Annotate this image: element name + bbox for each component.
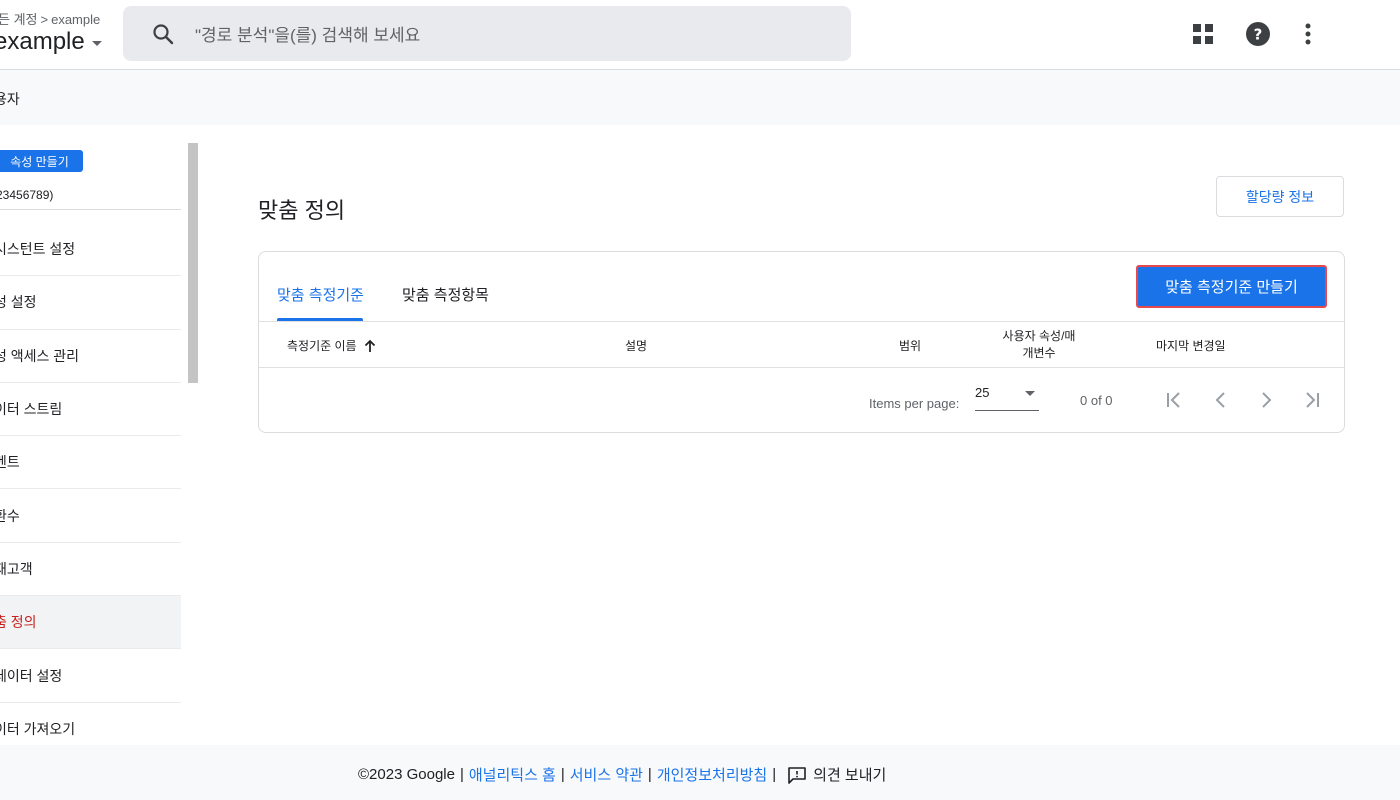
section-bar: 용자	[0, 70, 1400, 125]
page-title: 맞춤 정의	[258, 198, 346, 223]
caret-down-icon	[1025, 391, 1035, 396]
sidebar-item-label: 이터 가져오기	[0, 720, 76, 737]
first-page-icon[interactable]	[1162, 387, 1188, 413]
column-header-label: 사용자 속성/매	[1002, 329, 1076, 343]
pager-range: 0 of 0	[1080, 393, 1113, 408]
sidebar-item-label: 시스턴트 설정	[0, 241, 76, 258]
sidebar-item-label: 벤트	[0, 454, 20, 471]
divider	[259, 367, 1344, 368]
sidebar-item-custom-definitions[interactable]: 춤 정의	[0, 596, 181, 650]
sidebar-item-data-import[interactable]: 이터 가져오기	[0, 703, 181, 745]
sidebar-item-label: 성 설정	[0, 294, 37, 311]
sidebar-item-label: 성 액세스 관리	[0, 347, 80, 364]
account-name: example	[0, 28, 85, 55]
column-header-name[interactable]: 측정기준 이름	[287, 337, 377, 354]
quota-info-button[interactable]: 할당량 정보	[1216, 176, 1344, 217]
section-label: 용자	[0, 91, 20, 107]
property-id: 23456789)	[0, 188, 54, 202]
sidebar-item-events[interactable]: 벤트	[0, 436, 181, 490]
breadcrumb-account[interactable]: example	[51, 12, 100, 27]
copyright: ©2023 Google	[358, 766, 455, 783]
top-bar: 든 계정 > example example "경로 분석"을(를) 검색해 보세요…	[0, 0, 1400, 70]
privacy-link[interactable]: 개인정보처리방침	[657, 764, 767, 785]
sidebar-item-property-access[interactable]: 성 액세스 관리	[0, 330, 181, 383]
column-header-label: 개변수	[1022, 346, 1056, 360]
create-custom-dimension-button[interactable]: 맞춤 측정기준 만들기	[1136, 265, 1327, 308]
sidebar-item-label: 환수	[0, 507, 20, 524]
divider	[259, 321, 1344, 322]
previous-page-icon[interactable]	[1208, 387, 1234, 413]
more-vert-icon[interactable]	[1295, 21, 1321, 52]
search-placeholder: "경로 분석"을(를) 검색해 보세요	[195, 26, 421, 45]
next-page-icon[interactable]	[1253, 387, 1279, 413]
account-selector[interactable]: example	[0, 28, 102, 56]
column-header-last-modified: 마지막 변경일	[1156, 339, 1226, 353]
items-per-page-label: Items per page:	[869, 396, 960, 411]
separator: |	[772, 766, 777, 783]
divider	[0, 209, 181, 210]
sidebar-list: 시스턴트 설정 성 설정 성 액세스 관리 이터 스트림 벤트 환수 재고객 춤…	[0, 223, 181, 745]
items-per-page-select[interactable]: 25	[975, 385, 1039, 411]
caret-down-icon	[91, 41, 102, 46]
search-icon	[153, 23, 174, 44]
main-content: 맞춤 정의 할당량 정보 맞춤 측정기준 맞춤 측정항목 맞춤 측정기준 만들기…	[200, 125, 1400, 745]
sidebar-item-property-settings[interactable]: 성 설정	[0, 276, 181, 330]
breadcrumb: 든 계정 > example	[0, 9, 100, 28]
separator: |	[647, 766, 652, 783]
items-per-page-value: 25	[975, 385, 990, 400]
svg-text:?: ?	[1254, 26, 1263, 44]
sidebar-item-audiences[interactable]: 재고객	[0, 543, 181, 597]
feedback-link[interactable]: 의견 보내기	[813, 764, 886, 785]
feedback-icon[interactable]	[787, 766, 807, 784]
sidebar-item-conversions[interactable]: 환수	[0, 489, 181, 543]
sidebar-item-data-streams[interactable]: 이터 스트림	[0, 383, 181, 437]
apps-icon[interactable]	[1191, 22, 1215, 51]
sidebar-item-data-settings[interactable]: 데이터 설정	[0, 649, 181, 703]
sidebar-item-label: 춤 정의	[0, 614, 37, 631]
arrow-up-icon	[364, 339, 375, 352]
footer: ©2023 Google | 애널리틱스 홈 | 서비스 약관 | 개인정보처리…	[0, 745, 1400, 800]
analytics-home-link[interactable]: 애널리틱스 홈	[469, 764, 556, 785]
help-icon[interactable]: ?	[1245, 21, 1271, 52]
tab-custom-metrics[interactable]: 맞춤 측정항목	[402, 284, 489, 305]
separator: |	[560, 766, 565, 783]
sidebar-item-label: 재고객	[0, 560, 33, 577]
terms-link[interactable]: 서비스 약관	[570, 764, 643, 785]
last-page-icon[interactable]	[1298, 387, 1324, 413]
sidebar-item-setup-assistant[interactable]: 시스턴트 설정	[0, 223, 181, 277]
sidebar-scrollbar[interactable]	[188, 143, 198, 383]
breadcrumb-all-accounts[interactable]: 든 계정	[0, 12, 38, 27]
footer-links: ©2023 Google | 애널리틱스 홈 | 서비스 약관 | 개인정보처리…	[358, 764, 886, 785]
separator: |	[459, 766, 464, 783]
tab-custom-dimensions[interactable]: 맞춤 측정기준	[277, 284, 364, 305]
create-property-button[interactable]: 속성 만들기	[0, 150, 83, 172]
sidebar-item-label: 이터 스트림	[0, 401, 63, 418]
definitions-card: 맞춤 측정기준 맞춤 측정항목 맞춤 측정기준 만들기 측정기준 이름 설명 범…	[258, 251, 1345, 433]
column-header-user-property: 사용자 속성/매 개변수	[997, 328, 1081, 362]
column-header-description: 설명	[625, 339, 648, 353]
column-header-label: 측정기준 이름	[287, 339, 357, 353]
sidebar-item-label: 데이터 설정	[0, 667, 63, 684]
admin-sidebar: 속성 만들기 23456789) 시스턴트 설정 성 설정 성 액세스 관리 이…	[0, 125, 200, 745]
search-bar[interactable]: "경로 분석"을(를) 검색해 보세요	[123, 6, 851, 61]
chevron-right-icon: >	[40, 12, 49, 27]
column-header-scope: 범위	[899, 339, 922, 353]
